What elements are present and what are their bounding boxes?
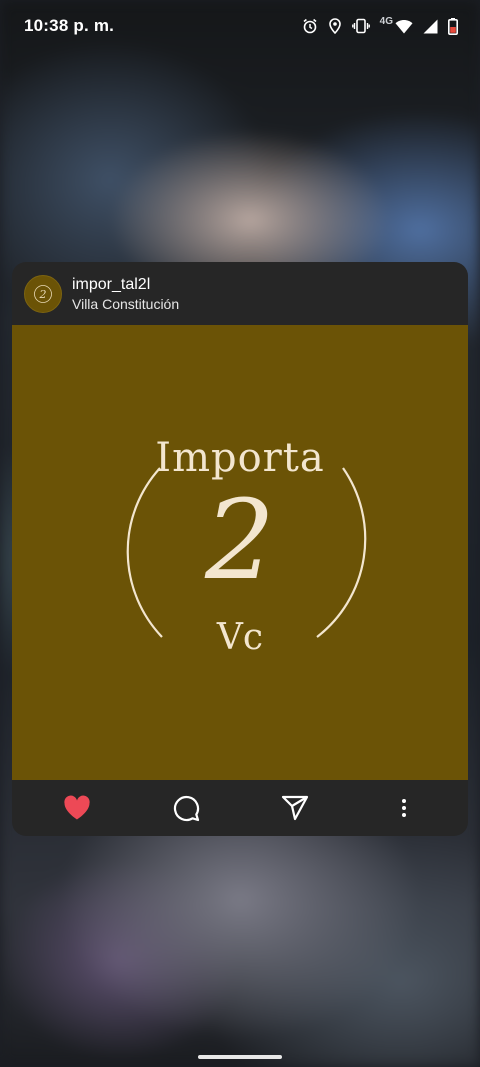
status-bar: 10:38 p. m. 4G [0,0,480,52]
logo-text-top: Importa [155,435,325,481]
post-action-bar [12,780,468,836]
alarm-icon [302,18,318,34]
post-preview-card[interactable]: 2 impor_tal2l Villa Constitución Importa… [12,262,468,836]
comment-button[interactable] [162,784,210,832]
network-type-label: 4G [379,15,393,27]
logo-number: 2 [205,476,275,604]
svg-text:2: 2 [39,288,47,301]
status-icons: 4G [302,15,458,35]
comment-icon [173,795,199,822]
location-icon [328,18,342,34]
more-options-icon [401,799,406,817]
share-icon [281,795,308,821]
status-time: 10:38 p. m. [24,16,115,35]
username[interactable]: impor_tal2l [72,275,179,295]
battery-icon [448,17,458,35]
like-button[interactable] [53,784,101,832]
home-gesture-bar[interactable] [198,1055,282,1059]
more-options-button[interactable] [380,784,428,832]
wifi-icon [395,19,413,34]
location-label[interactable]: Villa Constitución [72,295,179,313]
signal-icon [423,19,438,34]
vibrate-icon [351,18,370,34]
logo-text-bottom: Vc [216,617,264,658]
like-icon [63,795,90,820]
share-button[interactable] [271,784,319,832]
post-header: 2 impor_tal2l Villa Constitución [12,262,468,325]
post-image[interactable]: Importa 2 Vc [12,325,468,780]
avatar[interactable]: 2 [24,274,62,313]
